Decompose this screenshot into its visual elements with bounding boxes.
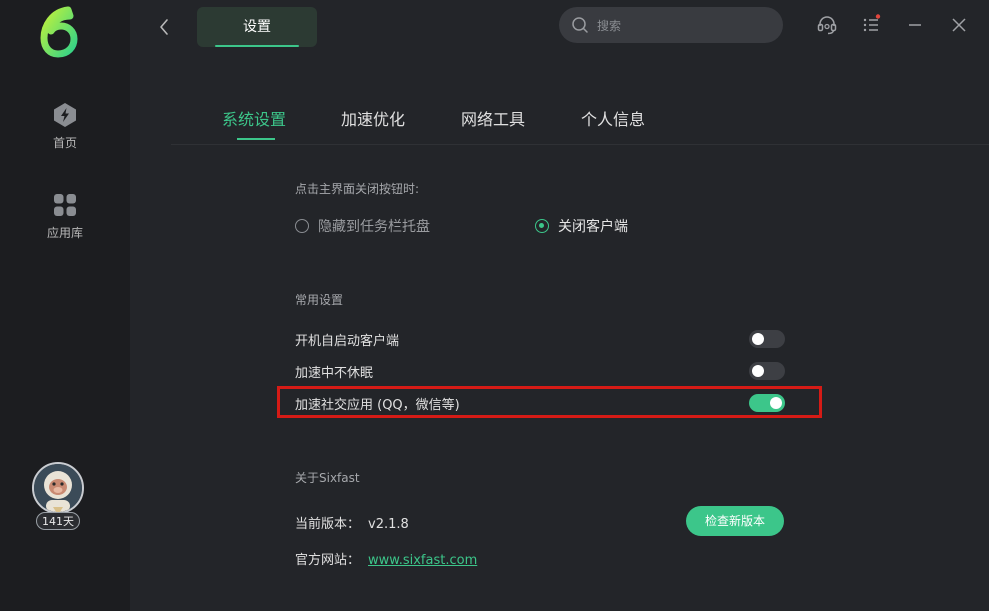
sidebar: 首页 应用库 141天 [0, 0, 130, 611]
version-value: v2.1.8 [368, 517, 409, 532]
radio-close-client[interactable]: 关闭客户端 [535, 216, 628, 236]
settings-tabs: 系统设置 加速优化 网络工具 个人信息 [171, 98, 989, 145]
sidebar-item-label: 应用库 [46, 226, 83, 240]
setting-no-sleep: 加速中不休眠 [295, 360, 785, 382]
highlight-box [277, 386, 822, 418]
setting-label: 加速中不休眠 [295, 366, 374, 381]
tab-network-tools[interactable]: 网络工具 [461, 106, 525, 130]
close-icon[interactable] [948, 14, 970, 36]
search-input[interactable] [595, 7, 775, 45]
radio-label: 隐藏到任务栏托盘 [318, 219, 430, 235]
user-avatar[interactable]: 141天 [30, 460, 88, 534]
no-sleep-toggle[interactable] [749, 362, 785, 380]
chevron-left-icon[interactable] [155, 16, 175, 38]
home-bolt-icon [54, 103, 76, 127]
sidebar-item-home[interactable]: 首页 [0, 102, 130, 151]
radio-button[interactable] [295, 219, 309, 233]
version-row: 当前版本： v2.1.8 [295, 513, 409, 532]
sidebar-item-label: 首页 [52, 136, 77, 150]
website-row: 官方网站： www.sixfast.com [295, 549, 477, 568]
tab-personal-info[interactable]: 个人信息 [581, 106, 645, 130]
page-title-tab: 设置 [197, 7, 317, 47]
close-behavior-label: 点击主界面关闭按钮时: [295, 182, 420, 196]
website-link[interactable]: www.sixfast.com [368, 553, 477, 568]
sidebar-item-apps[interactable]: 应用库 [0, 192, 130, 241]
check-update-button[interactable]: 检查新版本 [686, 506, 784, 536]
setting-auto-start: 开机自启动客户端 [295, 328, 785, 350]
search-icon [572, 17, 588, 33]
setting-label: 开机自启动客户端 [295, 334, 400, 349]
minimize-icon[interactable] [904, 14, 926, 36]
common-settings-label: 常用设置 [295, 293, 344, 307]
radio-label: 关闭客户端 [558, 219, 628, 235]
member-days-badge: 141天 [36, 512, 80, 530]
version-label: 当前版本： [295, 517, 361, 532]
search-box[interactable] [559, 7, 783, 45]
auto-start-toggle[interactable] [749, 330, 785, 348]
active-tab-indicator [237, 138, 275, 140]
toggle-knob [752, 333, 764, 345]
menu-list-icon[interactable] [861, 14, 883, 36]
radio-hide-to-tray[interactable]: 隐藏到任务栏托盘 [295, 216, 430, 236]
sixfast-logo [40, 6, 78, 58]
tab-acceleration-optimize[interactable]: 加速优化 [341, 106, 405, 130]
website-label: 官方网站： [295, 553, 361, 568]
about-label: 关于Sixfast [295, 471, 360, 485]
apps-grid-icon [54, 194, 76, 216]
astronaut-avatar-icon [34, 464, 82, 512]
toggle-knob [752, 365, 764, 377]
radio-button-checked[interactable] [535, 219, 549, 233]
customer-service-icon[interactable] [816, 14, 838, 36]
tab-system-settings[interactable]: 系统设置 [222, 106, 286, 130]
